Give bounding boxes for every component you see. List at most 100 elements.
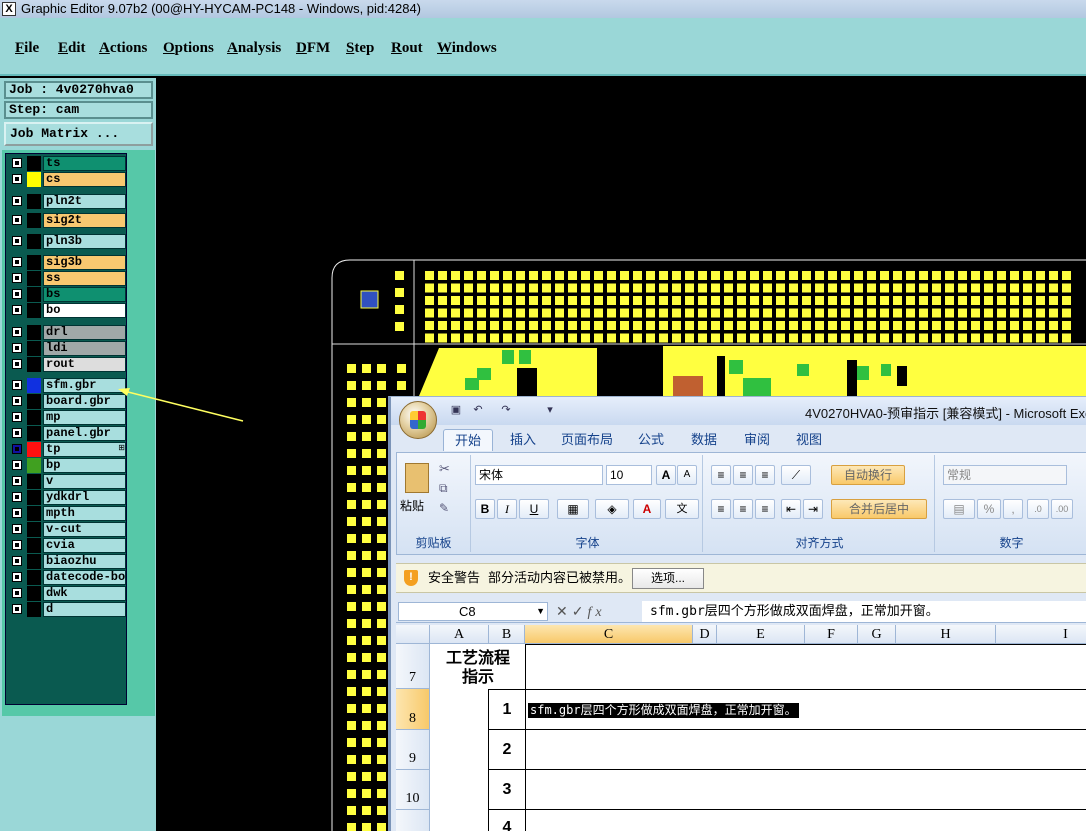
layer-color-swatch[interactable] [27,172,41,187]
underline-button[interactable]: U [519,499,549,519]
layer-row[interactable]: panel.gbr [8,426,128,441]
layer-row[interactable]: bp [8,458,128,473]
layer-row[interactable]: pln2t [8,194,128,209]
layer-color-swatch[interactable] [27,378,41,393]
col-header-a[interactable]: A [430,625,489,644]
layer-row[interactable]: ts [8,156,128,171]
col-header-d[interactable]: D [693,625,717,644]
layer-row[interactable]: ldi [8,341,128,356]
layer-checkbox[interactable] [12,524,22,534]
layer-name[interactable]: ydkdrl [43,490,126,505]
options-button[interactable]: 选项... [632,568,704,589]
layer-checkbox[interactable] [12,236,22,246]
paste-icon[interactable] [405,463,429,493]
menu-dfm[interactable]: DFM [296,40,330,57]
layer-color-swatch[interactable] [27,357,41,372]
layer-row[interactable]: drl [8,325,128,340]
tab-insert[interactable]: 插入 [503,429,543,451]
layer-name[interactable]: pln2t [43,194,126,209]
menu-analysis[interactable]: Analysis [227,40,281,57]
layer-name[interactable]: sig3b [43,255,126,270]
layer-row[interactable]: pln3b [8,234,128,249]
layer-name[interactable]: drl [43,325,126,340]
layer-row[interactable]: ss [8,271,128,286]
layer-color-swatch[interactable] [27,394,41,409]
layer-checkbox[interactable] [12,460,22,470]
font-grow-button[interactable]: A [656,465,676,485]
menu-options[interactable]: Options [163,40,214,57]
bold-button[interactable]: B [475,499,495,519]
row-header-9[interactable]: 9 [396,730,430,770]
col-header-i[interactable]: I [996,625,1086,644]
layer-checkbox[interactable] [12,444,22,454]
tab-data[interactable]: 数据 [684,429,724,451]
cell-b8[interactable]: 1 [488,689,526,730]
font-name-box[interactable]: 宋体 [475,465,603,485]
align-center-icon[interactable]: ≡ [733,499,753,519]
decrease-indent-icon[interactable]: ⇤ [781,499,801,519]
layer-color-swatch[interactable] [27,287,41,302]
cell-c8[interactable]: sfm.gbr层四个方形做成双面焊盘，正常加开窗。 [525,689,1086,730]
layer-row[interactable]: rout [8,357,128,372]
tab-review[interactable]: 审阅 [737,429,777,451]
layer-color-swatch[interactable] [27,474,41,489]
layer-row[interactable]: d [8,602,128,617]
undo-icon[interactable]: ↶ [471,403,485,417]
cell-a7[interactable]: 工艺流程指示 [430,644,526,690]
layer-row[interactable]: mpth [8,506,128,521]
layer-name[interactable]: mpth [43,506,126,521]
comma-button[interactable]: , [1003,499,1023,519]
tab-formulas[interactable]: 公式 [631,429,671,451]
cell-c11[interactable] [525,809,1086,831]
layer-row[interactable]: sig2t [8,213,128,228]
tab-page-layout[interactable]: 页面布局 [555,429,619,451]
tab-view[interactable]: 视图 [789,429,829,451]
layer-name[interactable]: datecode-bo [43,570,126,585]
layer-checkbox[interactable] [12,476,22,486]
layer-row[interactable]: mp [8,410,128,425]
tab-home[interactable]: 开始 [443,429,493,451]
cancel-icon[interactable]: ✕ [556,603,572,619]
layer-name[interactable]: biaozhu [43,554,126,569]
layer-name[interactable]: dwk [43,586,126,601]
fx-icon[interactable]: fx [587,605,605,620]
layer-checkbox[interactable] [12,540,22,550]
row-header-7[interactable]: 7 [396,644,430,689]
layer-color-swatch[interactable] [27,442,41,457]
decrease-decimal-icon[interactable]: .00 [1051,499,1073,519]
layer-checkbox[interactable] [12,257,22,267]
layer-color-swatch[interactable] [27,602,41,617]
layer-color-swatch[interactable] [27,156,41,171]
layer-row[interactable]: cvia [8,538,128,553]
layer-checkbox[interactable] [12,396,22,406]
layer-checkbox[interactable] [12,343,22,353]
percent-button[interactable]: % [977,499,1001,519]
layer-color-swatch[interactable] [27,410,41,425]
layer-name[interactable]: v-cut [43,522,126,537]
chevron-down-icon[interactable]: ▼ [536,603,545,620]
row-header-8[interactable]: 8 [396,689,430,730]
layer-color-swatch[interactable] [27,426,41,441]
col-header-e[interactable]: E [717,625,805,644]
orientation-icon[interactable]: ⟋ [781,465,811,485]
layer-name[interactable]: board.gbr [43,394,126,409]
cell-a8-merged[interactable] [430,689,489,831]
menu-rout[interactable]: Rout [391,40,423,57]
layer-name[interactable]: mp [43,410,126,425]
align-middle-icon[interactable]: ≡ [733,465,753,485]
layer-checkbox[interactable] [12,289,22,299]
layer-color-swatch[interactable] [27,554,41,569]
layer-row[interactable]: v [8,474,128,489]
layer-name[interactable]: tp [43,442,126,457]
layer-checkbox[interactable] [12,359,22,369]
layer-color-swatch[interactable] [27,255,41,270]
cell-c9[interactable] [525,729,1086,770]
layer-checkbox[interactable] [12,196,22,206]
borders-icon[interactable]: ▦ [557,499,589,519]
fill-color-icon[interactable]: ◈ [595,499,629,519]
name-box[interactable]: C8 ▼ [398,602,548,621]
layer-color-swatch[interactable] [27,570,41,585]
row-header-11[interactable] [396,810,430,831]
cell-b10[interactable]: 3 [488,769,526,810]
layer-name[interactable]: bs [43,287,126,302]
